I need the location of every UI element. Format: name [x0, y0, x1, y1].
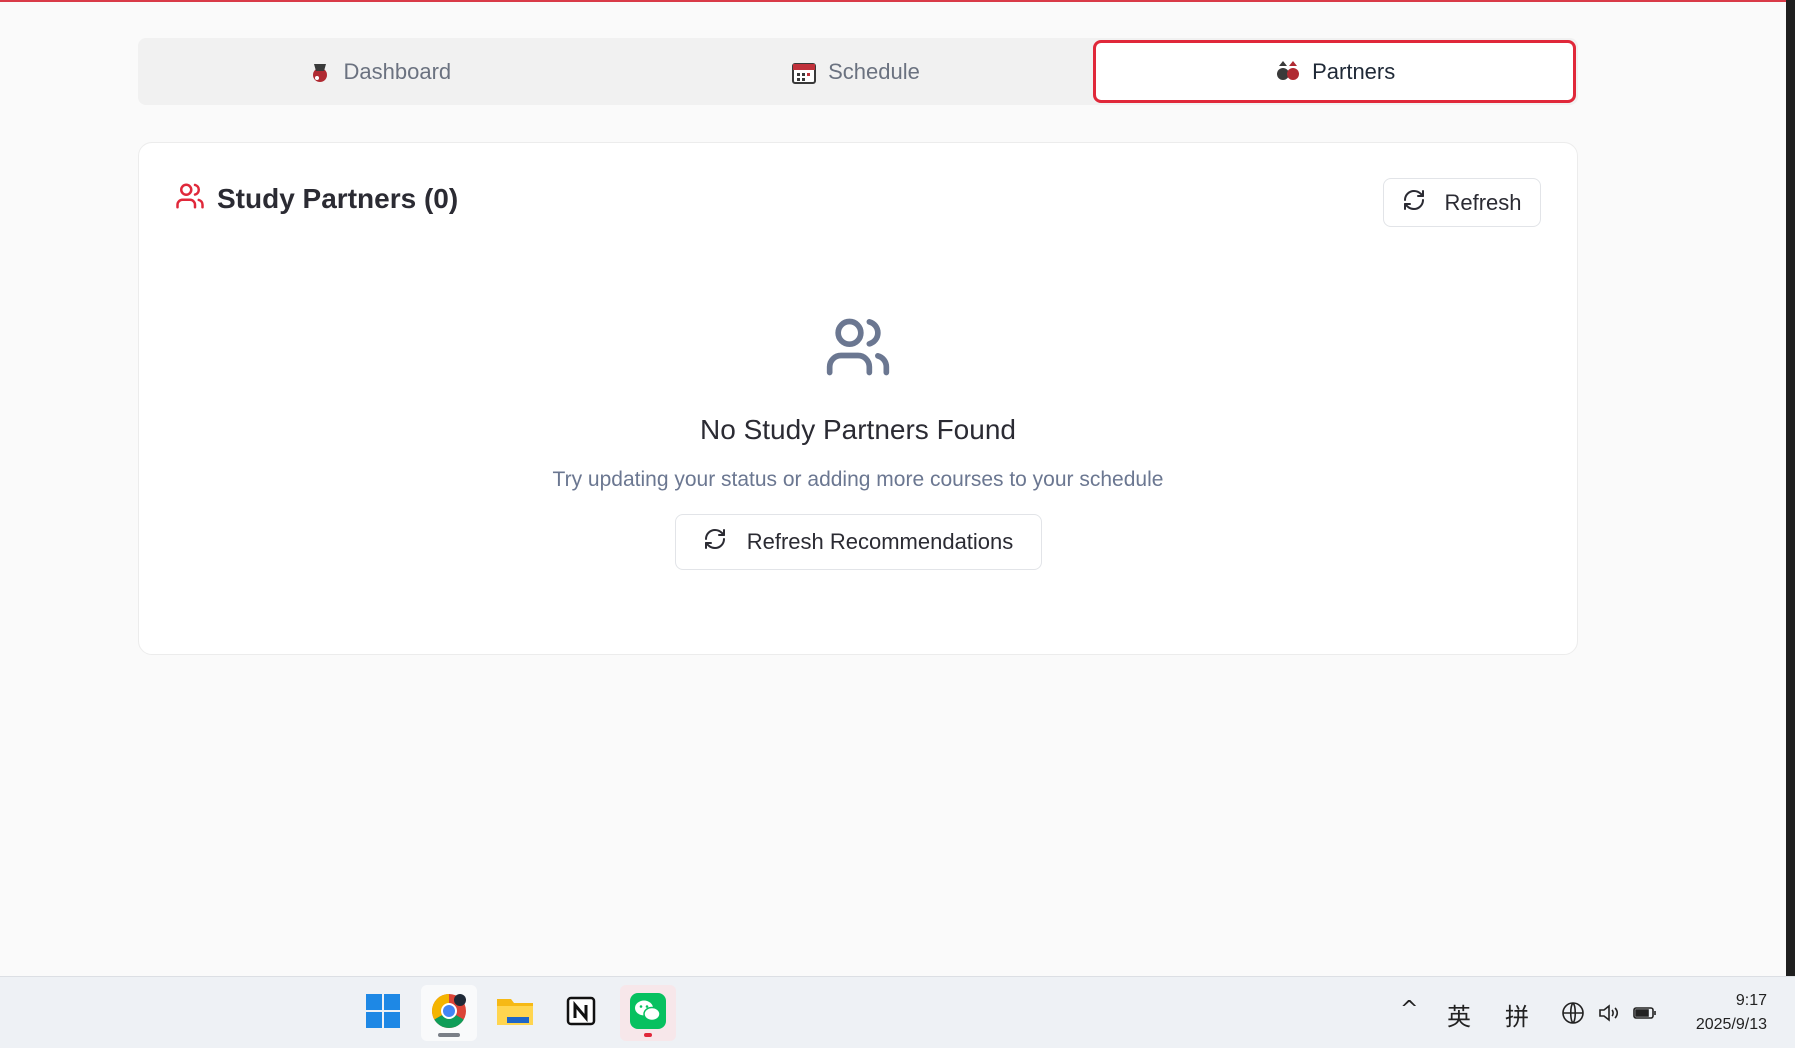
- notion-icon: [565, 995, 597, 1032]
- ime-mode[interactable]: 拼: [1505, 997, 1529, 1032]
- refresh-button-label: Refresh: [1444, 189, 1522, 215]
- active-indicator: [438, 1033, 460, 1037]
- study-partners-card: Study Partners (0) Refresh No Study Part…: [138, 142, 1578, 655]
- users-icon: [175, 181, 205, 216]
- volume-icon[interactable]: [1596, 1001, 1620, 1031]
- system-clock[interactable]: 9:17 2025/9/13: [1696, 989, 1767, 1037]
- tab-schedule[interactable]: Schedule: [617, 40, 1094, 103]
- partners-icon: [1274, 58, 1302, 86]
- tab-bar: Dashboard Schedule Partners: [138, 38, 1578, 105]
- taskbar-notion[interactable]: [553, 985, 609, 1041]
- taskbar-chrome[interactable]: [421, 985, 477, 1041]
- browser-viewport: Dashboard Schedule Partners Study Partne…: [0, 0, 1795, 976]
- card-header: Study Partners (0): [175, 181, 458, 216]
- chrome-icon: [429, 991, 469, 1036]
- file-explorer-icon: [495, 993, 535, 1034]
- refresh-icon: [1402, 188, 1426, 218]
- empty-state-description: Try updating your status or adding more …: [552, 468, 1164, 491]
- wechat-icon: [629, 992, 667, 1035]
- clock-time: 9:17: [1735, 992, 1767, 1009]
- tab-partners-label: Partners: [1312, 58, 1396, 84]
- empty-state: No Study Partners Found Try updating you…: [139, 313, 1577, 570]
- calendar-icon: [790, 58, 818, 86]
- ime-language[interactable]: 英: [1447, 997, 1471, 1032]
- clock-date: 2025/9/13: [1695, 1016, 1767, 1033]
- tab-dashboard[interactable]: Dashboard: [140, 40, 617, 103]
- window-edge: [1786, 0, 1795, 976]
- refresh-recommendations-button[interactable]: Refresh Recommendations: [674, 514, 1042, 570]
- notification-indicator: [644, 1033, 652, 1037]
- show-hidden-icons-chevron[interactable]: ^: [1400, 997, 1418, 1022]
- windows-start-icon: [365, 993, 401, 1034]
- refresh-recommendations-label: Refresh Recommendations: [746, 529, 1014, 554]
- taskbar-wechat[interactable]: [620, 985, 676, 1041]
- refresh-icon: [703, 527, 727, 557]
- tab-schedule-label: Schedule: [828, 58, 920, 84]
- network-icon[interactable]: [1561, 1001, 1585, 1031]
- card-title: Study Partners (0): [217, 182, 459, 214]
- empty-state-title: No Study Partners Found: [700, 414, 1016, 445]
- taskbar: ^ 英 拼 9:17 2025/9/13: [0, 976, 1795, 1048]
- battery-icon[interactable]: [1632, 1001, 1658, 1031]
- dashboard-icon: [306, 58, 334, 86]
- taskbar-file-explorer[interactable]: [487, 985, 543, 1041]
- windows-start-button[interactable]: [355, 985, 411, 1041]
- refresh-button[interactable]: Refresh: [1383, 178, 1541, 227]
- users-empty-icon: [824, 313, 892, 386]
- tab-partners[interactable]: Partners: [1093, 40, 1577, 103]
- tab-dashboard-label: Dashboard: [343, 58, 452, 84]
